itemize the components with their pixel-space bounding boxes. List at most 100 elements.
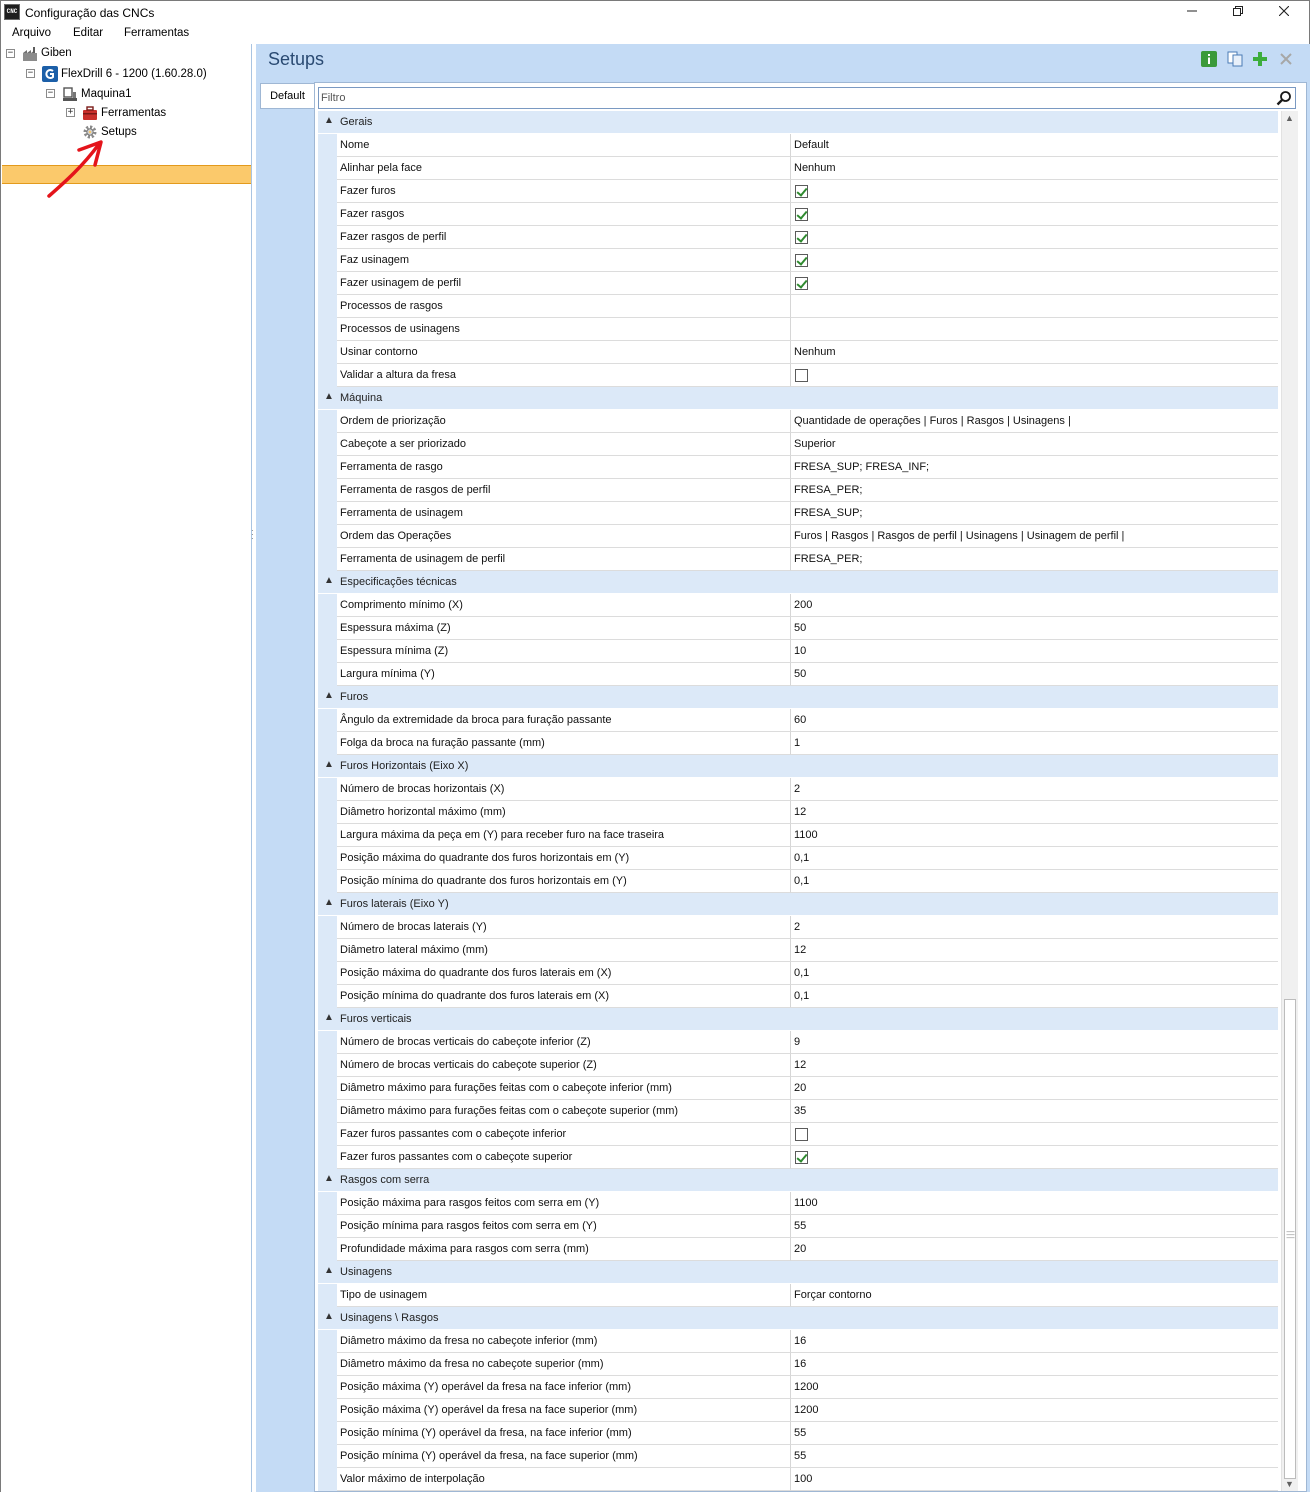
collapse-chevron-icon[interactable]: ▲ xyxy=(324,575,334,586)
vertical-scrollbar[interactable]: ▲ — — — ▼ xyxy=(1281,111,1298,1491)
property-row[interactable]: Nome Default xyxy=(318,134,1278,157)
property-row[interactable]: Posição mínima (Y) operável da fresa, na… xyxy=(318,1422,1278,1445)
filter-input[interactable] xyxy=(321,90,1261,106)
checked-checkbox[interactable] xyxy=(795,208,808,221)
property-value-checkbox[interactable] xyxy=(791,272,1278,295)
property-row[interactable]: Validar a altura da fresa xyxy=(318,364,1278,387)
property-value[interactable]: Quantidade de operações | Furos | Rasgos… xyxy=(791,410,1278,433)
property-value[interactable]: 2 xyxy=(791,778,1278,801)
property-value[interactable]: 12 xyxy=(791,939,1278,962)
property-value[interactable]: 35 xyxy=(791,1100,1278,1123)
property-row[interactable]: Posição máxima para rasgos feitos com se… xyxy=(318,1192,1278,1215)
property-row[interactable]: Largura mínima (Y) 50 xyxy=(318,663,1278,686)
property-row[interactable]: Folga da broca na furação passante (mm) 1 xyxy=(318,732,1278,755)
property-value[interactable]: 0,1 xyxy=(791,985,1278,1008)
property-value[interactable] xyxy=(791,318,1278,341)
property-row[interactable]: Ordem das Operações Furos | Rasgos | Rasg… xyxy=(318,525,1278,548)
property-row[interactable]: Profundidade máxima para rasgos com serr… xyxy=(318,1238,1278,1261)
property-value[interactable]: 2 xyxy=(791,916,1278,939)
property-value[interactable]: 1100 xyxy=(791,824,1278,847)
property-row[interactable]: Diâmetro máximo da fresa no cabeçote sup… xyxy=(318,1353,1278,1376)
property-row[interactable]: Comprimento mínimo (X) 200 xyxy=(318,594,1278,617)
property-row[interactable]: Ferramenta de usinagem de perfil FRESA_PE… xyxy=(318,548,1278,571)
property-row[interactable]: Processos de rasgos xyxy=(318,295,1278,318)
checked-checkbox[interactable] xyxy=(795,254,808,267)
menu-arquivo[interactable]: Arquivo xyxy=(12,27,51,39)
property-value-checkbox[interactable] xyxy=(791,1146,1278,1169)
property-row[interactable]: Fazer furos passantes com o cabeçote inf… xyxy=(318,1123,1278,1146)
property-row[interactable]: Diâmetro máximo para furações feitas com… xyxy=(318,1077,1278,1100)
property-value[interactable]: Nenhum xyxy=(791,157,1278,180)
property-value[interactable]: 55 xyxy=(791,1215,1278,1238)
category-header[interactable]: ▲ Máquina xyxy=(318,387,1278,410)
property-value-checkbox[interactable] xyxy=(791,1123,1278,1146)
property-value[interactable]: 1200 xyxy=(791,1399,1278,1422)
category-header[interactable]: ▲ Furos xyxy=(318,686,1278,709)
property-row[interactable]: Cabeçote a ser priorizado Superior xyxy=(318,433,1278,456)
property-row[interactable]: Espessura máxima (Z) 50 xyxy=(318,617,1278,640)
property-value[interactable]: 16 xyxy=(791,1330,1278,1353)
tree-node-maquina1[interactable]: Maquina1 xyxy=(81,85,132,103)
unchecked-checkbox[interactable] xyxy=(795,369,808,382)
property-row[interactable]: Ferramenta de rasgo FRESA_SUP; FRESA_INF; xyxy=(318,456,1278,479)
category-header[interactable]: ▲ Especificações técnicas xyxy=(318,571,1278,594)
property-row[interactable]: Número de brocas laterais (Y) 2 xyxy=(318,916,1278,939)
delete-icon[interactable] xyxy=(1278,51,1294,67)
category-header[interactable]: ▲ Furos laterais (Eixo Y) xyxy=(318,893,1278,916)
property-row[interactable]: Fazer rasgos xyxy=(318,203,1278,226)
property-value-checkbox[interactable] xyxy=(791,180,1278,203)
property-row[interactable]: Usinar contorno Nenhum xyxy=(318,341,1278,364)
property-value-checkbox[interactable] xyxy=(791,249,1278,272)
minimize-button[interactable] xyxy=(1169,1,1215,24)
property-row[interactable]: Diâmetro lateral máximo (mm) 12 xyxy=(318,939,1278,962)
property-value-checkbox[interactable] xyxy=(791,364,1278,387)
tab-default[interactable]: Default xyxy=(260,83,314,109)
scroll-up-icon[interactable]: ▲ xyxy=(1285,113,1294,123)
splitter-grip-icon[interactable]: · · · xyxy=(251,527,255,547)
property-value[interactable]: 1200 xyxy=(791,1376,1278,1399)
property-value[interactable]: 0,1 xyxy=(791,870,1278,893)
property-row[interactable]: Número de brocas verticais do cabeçote s… xyxy=(318,1054,1278,1077)
property-value[interactable]: Default xyxy=(791,134,1278,157)
property-row[interactable]: Fazer rasgos de perfil xyxy=(318,226,1278,249)
checked-checkbox[interactable] xyxy=(795,277,808,290)
property-row[interactable]: Ferramenta de usinagem FRESA_SUP; xyxy=(318,502,1278,525)
close-button[interactable] xyxy=(1261,1,1307,24)
scrollbar-thumb[interactable]: — — — xyxy=(1284,999,1296,1479)
category-header[interactable]: ▲ Usinagens \ Rasgos xyxy=(318,1307,1278,1330)
scroll-down-icon[interactable]: ▼ xyxy=(1285,1479,1294,1489)
restore-button[interactable] xyxy=(1215,1,1261,24)
property-value-checkbox[interactable] xyxy=(791,203,1278,226)
info-icon[interactable] xyxy=(1201,51,1217,67)
category-header[interactable]: ▲ Usinagens xyxy=(318,1261,1278,1284)
property-value[interactable] xyxy=(791,295,1278,318)
property-row[interactable]: Processos de usinagens xyxy=(318,318,1278,341)
property-row[interactable]: Posição mínima do quadrante dos furos la… xyxy=(318,985,1278,1008)
menu-ferramentas[interactable]: Ferramentas xyxy=(124,27,189,39)
property-value[interactable]: 0,1 xyxy=(791,847,1278,870)
collapse-chevron-icon[interactable]: ▲ xyxy=(324,1012,334,1023)
property-row[interactable]: Posição mínima para rasgos feitos com se… xyxy=(318,1215,1278,1238)
tree-node-giben[interactable]: Giben xyxy=(41,44,72,62)
menu-editar[interactable]: Editar xyxy=(73,27,103,39)
checked-checkbox[interactable] xyxy=(795,185,808,198)
collapse-chevron-icon[interactable]: ▲ xyxy=(324,115,334,126)
copy-icon[interactable] xyxy=(1227,51,1243,67)
property-row[interactable]: Fazer furos xyxy=(318,180,1278,203)
property-row[interactable]: Fazer furos passantes com o cabeçote sup… xyxy=(318,1146,1278,1169)
property-value[interactable]: 9 xyxy=(791,1031,1278,1054)
collapse-chevron-icon[interactable]: ▲ xyxy=(324,1173,334,1184)
property-value[interactable]: 50 xyxy=(791,663,1278,686)
category-header[interactable]: ▲ Furos verticais xyxy=(318,1008,1278,1031)
property-value[interactable]: 55 xyxy=(791,1445,1278,1468)
property-value-checkbox[interactable] xyxy=(791,226,1278,249)
property-row[interactable]: Valor máximo de interpolação 100 xyxy=(318,1468,1278,1491)
property-value[interactable]: 1 xyxy=(791,732,1278,755)
property-row[interactable]: Número de brocas verticais do cabeçote i… xyxy=(318,1031,1278,1054)
collapse-chevron-icon[interactable]: ▲ xyxy=(324,759,334,770)
property-row[interactable]: Alinhar pela face Nenhum xyxy=(318,157,1278,180)
property-value[interactable]: 20 xyxy=(791,1077,1278,1100)
collapse-chevron-icon[interactable]: ▲ xyxy=(324,1311,334,1322)
property-value[interactable]: FRESA_PER; xyxy=(791,548,1278,571)
property-value[interactable]: 16 xyxy=(791,1353,1278,1376)
